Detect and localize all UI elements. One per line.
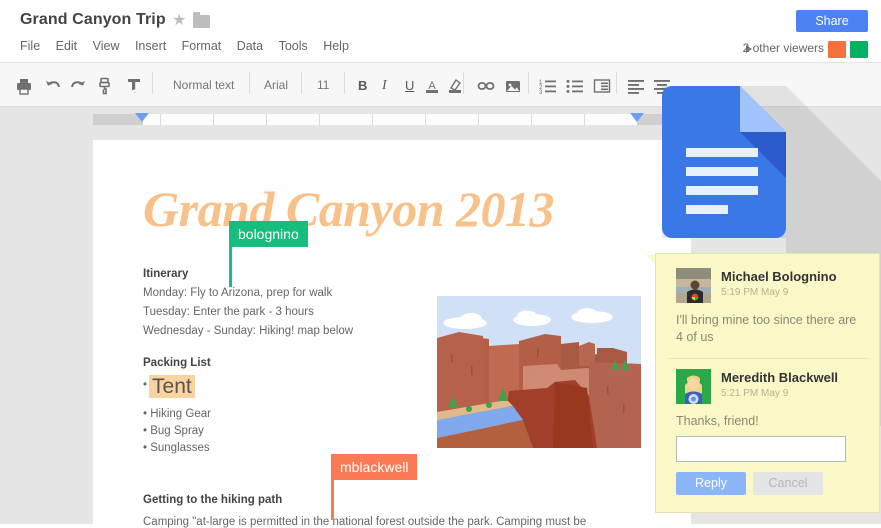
menu-item-view[interactable]: View — [93, 39, 120, 53]
text-color-icon[interactable]: A — [422, 76, 442, 96]
underline-icon[interactable]: U — [405, 78, 414, 93]
undo-icon[interactable] — [43, 76, 63, 96]
bold-icon[interactable]: B — [358, 78, 367, 93]
image-icon[interactable] — [503, 76, 523, 96]
hiking-path-heading: Getting to the hiking path — [143, 494, 282, 506]
align-left-icon[interactable] — [626, 76, 646, 96]
itinerary-line-2: Tuesday: Enter the park - 3 hours — [143, 306, 314, 318]
menu-item-insert[interactable]: Insert — [135, 39, 166, 53]
meredith-avatar — [676, 369, 711, 404]
packing-item-sunglasses: • Sunglasses — [143, 442, 210, 454]
redo-icon[interactable] — [68, 76, 88, 96]
comment-timestamp: 5:21 PM May 9 — [721, 388, 788, 399]
menu-item-data[interactable]: Data — [237, 39, 263, 53]
folder-icon[interactable] — [193, 15, 210, 28]
comment-body: Thanks, friend! — [676, 413, 866, 430]
menu-item-edit[interactable]: Edit — [56, 39, 78, 53]
clear-format-icon[interactable] — [124, 76, 144, 96]
itinerary-line-1: Monday: Fly to Arizona, prep for walk — [143, 287, 332, 299]
left-indent-marker[interactable] — [135, 113, 149, 122]
itinerary-heading: Itinerary — [143, 268, 188, 280]
menu-item-format[interactable]: Format — [182, 39, 222, 53]
highlight-color-icon[interactable] — [445, 76, 465, 96]
collab-label-bolognino: bolognino — [229, 221, 308, 247]
menu-item-file[interactable]: File — [20, 39, 40, 53]
divider — [668, 358, 869, 359]
google-docs-logo — [662, 86, 786, 238]
menu-item-help[interactable]: Help — [323, 39, 349, 53]
comment-body: I'll bring mine too since there are 4 of… — [676, 312, 866, 346]
ruler-page-area — [143, 114, 637, 125]
comment-author: Meredith Blackwell — [721, 370, 838, 385]
page-title[interactable]: Grand Canyon Trip — [20, 11, 166, 29]
comment-author: Michael Bolognino — [721, 269, 837, 284]
share-button[interactable]: Share — [796, 10, 868, 32]
viewer-swatch-green[interactable] — [850, 41, 868, 58]
indent-icon[interactable] — [592, 76, 612, 96]
menu-item-tools[interactable]: Tools — [279, 39, 308, 53]
reply-button[interactable]: Reply — [676, 472, 746, 495]
italic-icon[interactable]: I — [382, 78, 387, 94]
menu-bar: File Edit View Insert Format Data Tools … — [20, 37, 360, 55]
packing-item-bug-spray: • Bug Spray — [143, 425, 204, 437]
viewer-swatch-orange[interactable] — [828, 41, 846, 58]
itinerary-line-3: Wednesday - Sunday: Hiking! map below — [143, 325, 353, 337]
title-bar: Grand Canyon Trip ★ File Edit View Inser… — [0, 0, 881, 62]
star-icon[interactable]: ★ — [172, 13, 188, 29]
packing-item-tent: •Tent — [143, 375, 195, 398]
paint-format-icon[interactable] — [95, 76, 115, 96]
reply-input[interactable] — [676, 436, 846, 462]
cancel-button[interactable]: Cancel — [753, 472, 823, 495]
bulleted-list-icon[interactable] — [565, 76, 585, 96]
comments-panel[interactable]: Michael Bolognino 5:19 PM May 9 I'll bri… — [655, 253, 880, 513]
print-icon[interactable] — [14, 76, 34, 96]
viewers-label: 2 other viewers — [743, 41, 824, 55]
paragraph-style-dropdown[interactable]: Normal text — [173, 78, 234, 92]
packing-heading: Packing List — [143, 357, 211, 369]
grand-canyon-illustration[interactable] — [437, 296, 641, 448]
michael-avatar — [676, 268, 711, 303]
collab-label-mblackwell: mblackwell — [331, 454, 417, 480]
document-heading: Grand Canyon 2013 — [143, 180, 554, 238]
svg-text:3: 3 — [539, 90, 543, 96]
comment-timestamp: 5:19 PM May 9 — [721, 287, 788, 298]
packing-item-hiking-gear: • Hiking Gear — [143, 408, 211, 420]
font-family-dropdown[interactable]: Arial — [264, 78, 288, 92]
numbered-list-icon[interactable]: 1 2 3 — [538, 76, 558, 96]
tent-highlight: Tent — [149, 375, 195, 398]
right-indent-marker[interactable] — [630, 113, 644, 122]
hiking-path-paragraph: Camping "at-large is permitted in the na… — [143, 516, 586, 528]
bullet-glyph: • — [143, 379, 147, 391]
document-page[interactable]: Grand Canyon 2013 Itinerary Monday: Fly … — [93, 140, 691, 524]
font-size-dropdown[interactable]: 11 — [317, 78, 329, 92]
link-icon[interactable] — [476, 76, 496, 96]
